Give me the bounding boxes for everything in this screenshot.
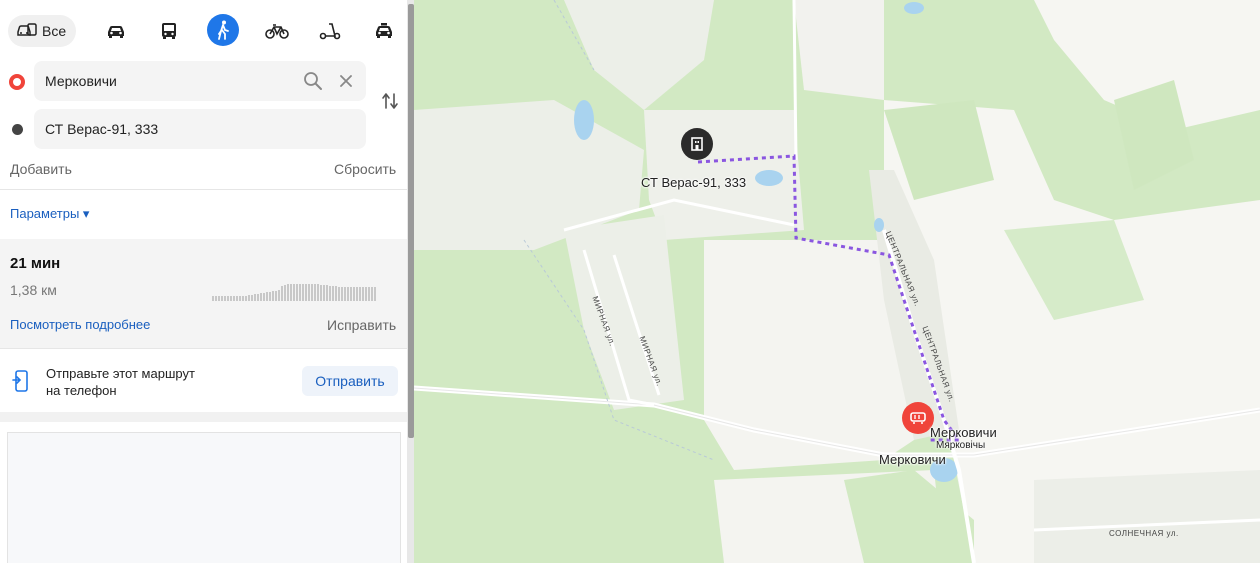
section-separator bbox=[0, 412, 407, 422]
origin-input-value: Мерковичи bbox=[45, 73, 117, 89]
panel-scrollbar-thumb[interactable] bbox=[408, 4, 414, 438]
divider bbox=[0, 348, 407, 349]
street-label: СОЛНЕЧНАЯ ул. bbox=[1109, 529, 1179, 538]
mode-walk-button[interactable] bbox=[207, 14, 239, 46]
elevation-profile bbox=[212, 283, 376, 301]
car-bus-icon bbox=[16, 22, 38, 41]
parameters-dropdown[interactable]: Параметры ▾ bbox=[10, 206, 89, 222]
destination-input[interactable]: СТ Верас-91, 333 bbox=[34, 109, 366, 149]
send-to-phone-line2: на телефон bbox=[46, 383, 117, 398]
route-distance: 1,38 км bbox=[10, 282, 57, 298]
search-icon[interactable] bbox=[302, 70, 324, 92]
mode-all-button[interactable]: Все bbox=[8, 15, 77, 47]
road-stop-label: Мерковичи bbox=[879, 452, 946, 467]
phone-icon bbox=[12, 370, 30, 397]
send-button[interactable]: Отправить bbox=[302, 366, 398, 396]
car-icon bbox=[108, 26, 124, 38]
map-canvas[interactable] bbox=[414, 0, 1260, 563]
ad-placeholder bbox=[7, 432, 401, 563]
swap-icon[interactable] bbox=[380, 90, 400, 112]
mode-scooter-button[interactable] bbox=[314, 15, 346, 47]
route-duration: 21 мин bbox=[10, 255, 61, 272]
route-fix-link[interactable]: Исправить bbox=[327, 317, 396, 333]
destination-input-value: СТ Верас-91, 333 bbox=[45, 121, 159, 137]
mode-all-label: Все bbox=[42, 23, 67, 39]
map-view[interactable]: СТ Верас-91, 333 Мерковичи Мяркoвiчы Мер… bbox=[414, 0, 1260, 563]
route-details-link[interactable]: Посмотреть подробнее bbox=[10, 317, 150, 332]
mode-taxi-button[interactable] bbox=[368, 15, 400, 47]
add-point-link[interactable]: Добавить bbox=[10, 161, 72, 177]
bus-icon bbox=[162, 23, 176, 39]
bicycle-icon bbox=[265, 24, 289, 39]
taxi-icon bbox=[376, 23, 392, 38]
destination-marker-icon bbox=[12, 124, 23, 135]
scooter-icon bbox=[319, 23, 341, 40]
pedestrian-icon bbox=[218, 20, 229, 40]
divider bbox=[0, 189, 407, 190]
destination-map-label: СТ Верас-91, 333 bbox=[641, 175, 747, 190]
reset-link[interactable]: Сбросить bbox=[334, 161, 396, 177]
clear-icon[interactable] bbox=[338, 73, 354, 89]
destination-pin-icon[interactable] bbox=[681, 128, 713, 160]
route-panel: Все Мерковичи СТ Верас-91, 333 Добавить … bbox=[0, 0, 408, 563]
origin-marker-icon bbox=[9, 74, 25, 90]
send-to-phone-text: Отправьте этот маршрут на телефон bbox=[46, 365, 195, 399]
mode-bicycle-button[interactable] bbox=[261, 15, 293, 47]
send-to-phone-line1: Отправьте этот маршрут bbox=[46, 366, 195, 381]
transport-mode-bar: Все bbox=[8, 14, 77, 48]
origin-map-label-by: Мяркoвiчы bbox=[936, 440, 986, 451]
mode-bus-button[interactable] bbox=[153, 15, 185, 47]
origin-map-label: Мерковичи bbox=[930, 425, 997, 440]
mode-car-button[interactable] bbox=[100, 15, 132, 47]
